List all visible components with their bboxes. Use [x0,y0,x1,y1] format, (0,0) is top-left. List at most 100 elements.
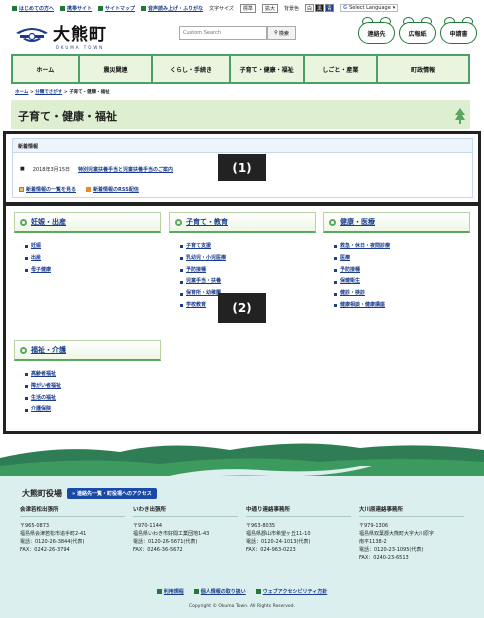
util-link-first-time[interactable]: はじめての方へ [12,5,54,12]
util-link-readaloud[interactable]: 音声読み上げ・ふりがな [141,5,203,12]
news-link[interactable]: 特別児童扶養手当と児童扶養手当のご案内 [78,166,173,173]
privacy-link[interactable]: 個人情報の取り扱い [193,588,246,595]
list-item: 予防接種 [334,265,470,277]
town-emblem-icon [16,28,48,42]
site-search: ⚲検索 [179,26,296,40]
arrow-icon [193,589,199,594]
terms-link[interactable]: 利用規程 [156,588,184,595]
arrow-icon [12,5,17,11]
accessibility-link[interactable]: ウェブアクセシビリティ方針 [255,588,327,595]
translate-select[interactable]: G Select Language ▾ [339,4,399,12]
branch-office: 会津若松出張所 〒965-0873 福島県会津若松市追手町2-41 電話：012… [20,505,133,562]
office-heading: 大熊町役場 » 連絡先一覧・町役場へのアクセス [22,488,157,499]
category-pregnancy: 妊娠・出産 妊娠 出産 母子健康 [14,212,161,276]
category-health: 健康・医療 救急・休日・夜間診療 医療 予防接種 保健衛生 健診・検診 健康相談… [323,212,470,312]
quick-links: 連絡先 広報紙 申請書 [358,16,477,46]
footer-links: 利用規程 個人情報の取り扱い ウェブアクセシビリティ方針 [0,588,484,595]
newsletter-button[interactable]: 広報紙 [399,16,436,46]
arrow-icon [141,5,147,11]
nav-living[interactable]: くらし・手続き [153,56,229,82]
category-welfare: 福祉・介護 高齢者福祉 障がい者福祉 生活の福祉 介護保険 [14,340,161,416]
office-access-button[interactable]: » 連絡先一覧・町役場へのアクセス [67,488,157,499]
list-item: 児童手当・扶養 [180,276,316,288]
list-item: 出産 [25,253,161,265]
search-icon: ⚲ [274,30,278,36]
search-input[interactable] [179,26,267,40]
footer-body: 大熊町役場 » 連絡先一覧・町役場へのアクセス 会津若松出張所 〒965-087… [0,481,484,618]
breadcrumb-current: 子育て・健康・福祉 [69,90,110,95]
office-name: 大熊町役場 [22,489,62,498]
list-item: 医療 [334,253,470,265]
nav-work-industry[interactable]: しごと・産業 [304,56,377,82]
list-item: 乳幼児・小児医療 [180,253,316,265]
bg-black-button[interactable]: 黒 [314,4,324,12]
nav-disaster[interactable]: 震災関連 [79,56,152,82]
nav-childcare-health[interactable]: 子育て・健康・福祉 [230,56,303,82]
ring-icon [329,218,336,226]
site-logo[interactable]: 大熊町 OKUMA TOWN [15,20,107,50]
callout-label-2: (2) [218,293,266,323]
ring-icon [20,218,27,226]
application-forms-button[interactable]: 申請書 [440,16,477,46]
search-button[interactable]: ⚲ 検索 [267,26,296,40]
font-size-standard-button[interactable]: 標準 [239,3,256,13]
news-item: ■ 2018年3月15日 特別児童扶養手当と児童扶養手当のご案内 [20,166,173,173]
news-date: 2018年3月15日 [32,167,71,173]
branch-offices: 会津若松出張所 〒965-0873 福島県会津若松市追手町2-41 電話：012… [20,505,472,562]
util-link-mobile[interactable]: 携帯サイト [60,5,92,12]
arrow-icon [98,5,104,11]
branch-office: いわき出張所 〒970-1144 福島県いわき市好間工業団地1-43 電話：01… [133,505,246,562]
arrow-icon [255,589,261,594]
google-icon: G [342,5,348,11]
breadcrumb: ホーム > 分類でさがす > 子育て・健康・福祉 [15,90,110,95]
branch-office: 大川原連絡事務所 〒979-1306 福島県双葉郡大熊町大字大川原字 南平113… [359,505,472,562]
list-item: 健診・検診 [334,288,470,300]
logo-title: 大熊町 [53,25,107,45]
list-icon [19,187,24,192]
ring-icon [20,346,27,354]
list-item: 救急・休日・夜間診療 [334,241,470,253]
list-item: 予防接種 [180,265,316,277]
category-title-link[interactable]: 福祉・介護 [31,345,66,355]
hills-illustration [0,436,484,481]
list-item: 保健衛生 [334,276,470,288]
global-nav: ホーム 震災関連 くらし・手続き 子育て・健康・福祉 しごと・産業 町政情報 [11,54,470,84]
bg-color-label: 背景色 [283,5,299,12]
list-item: 障がい者福祉 [25,381,161,393]
breadcrumb-category[interactable]: 分類でさがす [35,90,62,95]
category-title-link[interactable]: 健康・医療 [340,217,375,227]
page-title-bar: 子育て・健康・福祉 [11,100,470,129]
news-header: 新着情報 [13,139,472,153]
news-rss-link[interactable]: 新着情報のRSS配信 [86,186,139,193]
nav-town-info[interactable]: 町政情報 [378,56,469,82]
arrow-icon [60,5,66,11]
util-link-sitemap[interactable]: サイトマップ [98,5,135,12]
news-links: 新着情報の一覧を見る 新着情報のRSS配信 [19,186,139,193]
news-bullet-icon: ■ [20,166,25,172]
list-item: 生活の福祉 [25,393,161,405]
contact-button[interactable]: 連絡先 [358,16,395,46]
arrow-icon [156,589,162,594]
logo-subtitle: OKUMA TOWN [55,45,105,50]
list-item: 健康相談・健康講座 [334,300,470,312]
list-item: 高齢者福祉 [25,369,161,381]
news-list-link[interactable]: 新着情報の一覧を見る [19,186,76,193]
font-size-label: 文字サイズ [209,5,234,12]
list-item: 母子健康 [25,265,161,277]
list-item: 介護保険 [25,404,161,416]
category-title-link[interactable]: 妊娠・出産 [31,217,66,227]
list-item: 妊娠 [25,241,161,253]
utility-bar: はじめての方へ 携帯サイト サイトマップ 音声読み上げ・ふりがな 文字サイズ 標… [12,3,484,13]
region-categories-highlight: 妊娠・出産 妊娠 出産 母子健康 子育て・教育 子育て支援 乳幼児・小児医療 予… [3,203,481,434]
breadcrumb-home[interactable]: ホーム [15,90,28,95]
nav-home[interactable]: ホーム [13,56,78,82]
category-title-link[interactable]: 子育て・教育 [186,217,228,227]
callout-label-1: (1) [218,154,266,181]
font-size-large-button[interactable]: 拡大 [261,3,278,13]
site-header: 大熊町 OKUMA TOWN ⚲検索 連絡先 広報紙 申請書 [0,16,484,52]
ring-icon [175,218,182,226]
rss-icon [86,187,92,192]
bg-blue-button[interactable]: 青 [324,4,334,12]
chevron-down-icon: ▾ [392,5,396,11]
bg-white-button[interactable]: 白 [304,4,314,12]
